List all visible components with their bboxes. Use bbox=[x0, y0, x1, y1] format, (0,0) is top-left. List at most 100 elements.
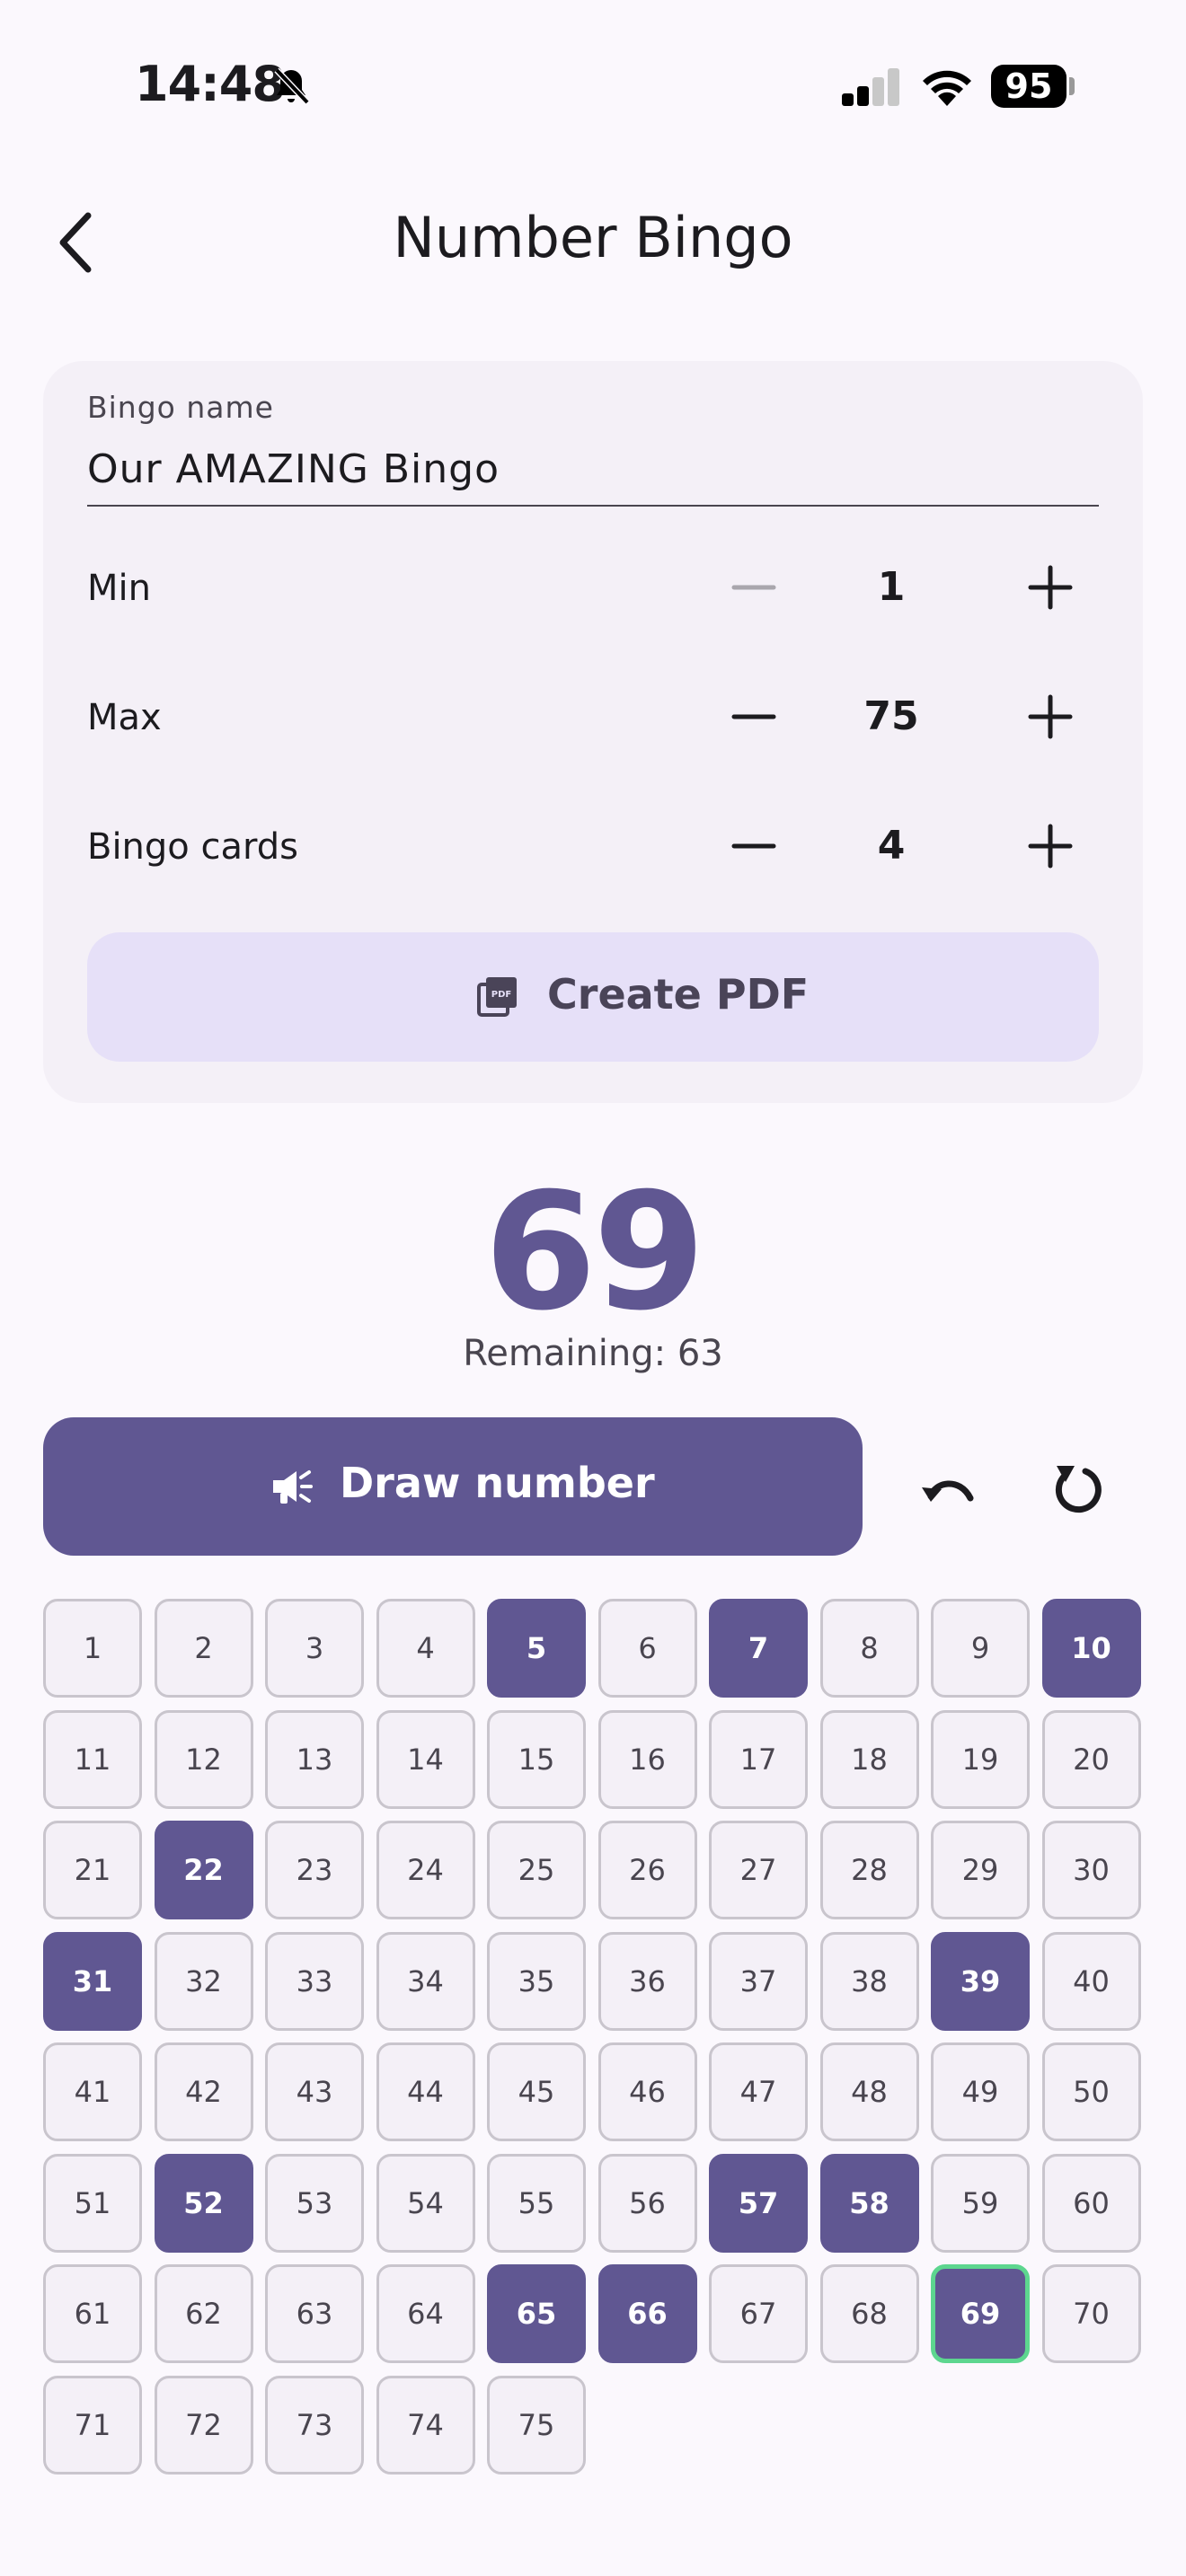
number-cell[interactable]: 54 bbox=[376, 2153, 475, 2253]
number-cell[interactable]: 14 bbox=[376, 1709, 475, 1809]
number-cell[interactable]: 42 bbox=[154, 2042, 253, 2141]
number-cell[interactable]: 28 bbox=[819, 1821, 919, 1919]
min-increment-button[interactable] bbox=[1023, 560, 1077, 614]
number-cell[interactable]: 75 bbox=[487, 2375, 586, 2475]
number-cell[interactable]: 65 bbox=[487, 2264, 586, 2363]
number-cell[interactable]: 13 bbox=[265, 1709, 364, 1809]
number-cell[interactable]: 57 bbox=[709, 2153, 808, 2253]
create-pdf-button[interactable]: PDF Create PDF bbox=[87, 932, 1099, 1062]
number-cell[interactable]: 55 bbox=[487, 2153, 586, 2253]
number-cell[interactable]: 37 bbox=[709, 1931, 808, 2031]
max-decrement-button[interactable] bbox=[727, 690, 781, 744]
number-cell[interactable]: 74 bbox=[376, 2375, 475, 2475]
number-cell[interactable]: 73 bbox=[265, 2375, 364, 2475]
reset-icon[interactable] bbox=[1046, 1455, 1111, 1520]
bingo-name-label: Bingo name bbox=[87, 390, 274, 425]
cards-label: Bingo cards bbox=[87, 826, 298, 868]
cards-stepper: Bingo cards 4 bbox=[87, 801, 1099, 891]
undo-icon[interactable] bbox=[915, 1457, 979, 1522]
number-cell[interactable]: 22 bbox=[154, 1821, 253, 1919]
number-cell[interactable]: 51 bbox=[43, 2153, 142, 2253]
number-cell[interactable]: 10 bbox=[1041, 1599, 1141, 1698]
number-cell[interactable]: 38 bbox=[819, 1931, 919, 2031]
number-cell[interactable]: 32 bbox=[154, 1931, 253, 2031]
bell-muted-icon bbox=[274, 67, 310, 105]
number-cell[interactable]: 71 bbox=[43, 2375, 142, 2475]
number-cell[interactable]: 25 bbox=[487, 1821, 586, 1919]
cards-decrement-button[interactable] bbox=[727, 819, 781, 873]
number-cell[interactable]: 45 bbox=[487, 2042, 586, 2141]
number-cell[interactable]: 63 bbox=[265, 2264, 364, 2363]
number-cell[interactable]: 30 bbox=[1041, 1821, 1141, 1919]
number-cell[interactable]: 6 bbox=[597, 1599, 697, 1698]
number-cell[interactable]: 18 bbox=[819, 1709, 919, 1809]
number-cell[interactable]: 26 bbox=[597, 1821, 697, 1919]
number-cell[interactable]: 21 bbox=[43, 1821, 142, 1919]
cards-value: 4 bbox=[877, 823, 906, 869]
draw-number-label: Draw number bbox=[340, 1459, 655, 1507]
number-cell[interactable]: 16 bbox=[597, 1709, 697, 1809]
number-cell[interactable]: 50 bbox=[1041, 2042, 1141, 2141]
number-cell[interactable]: 47 bbox=[709, 2042, 808, 2141]
number-cell[interactable]: 53 bbox=[265, 2153, 364, 2253]
cellular-signal-icon bbox=[842, 68, 899, 106]
number-cell[interactable]: 4 bbox=[376, 1599, 475, 1698]
number-cell[interactable]: 15 bbox=[487, 1709, 586, 1809]
settings-card: Bingo name Min 1 Max 75 Bingo cards 4 bbox=[43, 361, 1143, 1103]
number-cell[interactable]: 34 bbox=[376, 1931, 475, 2031]
number-cell[interactable]: 33 bbox=[265, 1931, 364, 2031]
number-cell[interactable]: 49 bbox=[931, 2042, 1030, 2141]
number-cell[interactable]: 1 bbox=[43, 1599, 142, 1698]
number-cell[interactable]: 60 bbox=[1041, 2153, 1141, 2253]
number-cell[interactable]: 62 bbox=[154, 2264, 253, 2363]
number-cell[interactable]: 69 bbox=[931, 2264, 1030, 2363]
number-cell[interactable]: 29 bbox=[931, 1821, 1030, 1919]
number-cell[interactable]: 68 bbox=[819, 2264, 919, 2363]
number-cell[interactable]: 3 bbox=[265, 1599, 364, 1698]
page-title: Number Bingo bbox=[393, 205, 793, 270]
number-cell[interactable]: 48 bbox=[819, 2042, 919, 2141]
number-cell[interactable]: 23 bbox=[265, 1821, 364, 1919]
remaining-count: Remaining: 63 bbox=[463, 1333, 723, 1374]
number-cell[interactable]: 44 bbox=[376, 2042, 475, 2141]
number-cell[interactable]: 56 bbox=[597, 2153, 697, 2253]
max-increment-button[interactable] bbox=[1023, 690, 1077, 744]
number-cell[interactable]: 20 bbox=[1041, 1709, 1141, 1809]
number-cell[interactable]: 12 bbox=[154, 1709, 253, 1809]
bingo-name-input[interactable] bbox=[87, 433, 1099, 507]
number-cell[interactable]: 31 bbox=[43, 1931, 142, 2031]
draw-number-button[interactable]: Draw number bbox=[43, 1417, 863, 1556]
number-cell[interactable]: 67 bbox=[709, 2264, 808, 2363]
number-cell[interactable]: 27 bbox=[709, 1821, 808, 1919]
number-cell[interactable]: 43 bbox=[265, 2042, 364, 2141]
number-cell[interactable]: 9 bbox=[931, 1599, 1030, 1698]
number-cell[interactable]: 35 bbox=[487, 1931, 586, 2031]
number-cell[interactable]: 41 bbox=[43, 2042, 142, 2141]
number-cell[interactable]: 72 bbox=[154, 2375, 253, 2475]
status-bar: 14:48 95 bbox=[0, 0, 1186, 171]
number-cell[interactable]: 52 bbox=[154, 2153, 253, 2253]
number-cell[interactable]: 59 bbox=[931, 2153, 1030, 2253]
number-cell[interactable]: 46 bbox=[597, 2042, 697, 2141]
number-cell[interactable]: 11 bbox=[43, 1709, 142, 1809]
pdf-icon: PDF bbox=[477, 977, 517, 1017]
number-cell[interactable]: 66 bbox=[597, 2264, 697, 2363]
number-cell[interactable]: 39 bbox=[931, 1931, 1030, 2031]
number-cell[interactable]: 5 bbox=[487, 1599, 586, 1698]
number-cell[interactable]: 36 bbox=[597, 1931, 697, 2031]
number-cell[interactable]: 2 bbox=[154, 1599, 253, 1698]
svg-text:PDF: PDF bbox=[491, 990, 511, 1000]
number-cell[interactable]: 24 bbox=[376, 1821, 475, 1919]
number-cell[interactable]: 17 bbox=[709, 1709, 808, 1809]
number-grid: 1 2 3 4 5 6 7 8 9 10 11 12 13 14 15 16 17 18 19 20 21 22 23 24 2… bbox=[43, 1599, 1143, 2475]
number-cell[interactable]: 8 bbox=[819, 1599, 919, 1698]
number-cell[interactable]: 61 bbox=[43, 2264, 142, 2363]
min-decrement-button[interactable] bbox=[727, 560, 781, 614]
number-cell[interactable]: 7 bbox=[709, 1599, 808, 1698]
number-cell[interactable]: 58 bbox=[819, 2153, 919, 2253]
cards-increment-button[interactable] bbox=[1023, 819, 1077, 873]
number-cell[interactable]: 40 bbox=[1041, 1931, 1141, 2031]
number-cell[interactable]: 19 bbox=[931, 1709, 1030, 1809]
number-cell[interactable]: 64 bbox=[376, 2264, 475, 2363]
number-cell[interactable]: 70 bbox=[1041, 2264, 1141, 2363]
